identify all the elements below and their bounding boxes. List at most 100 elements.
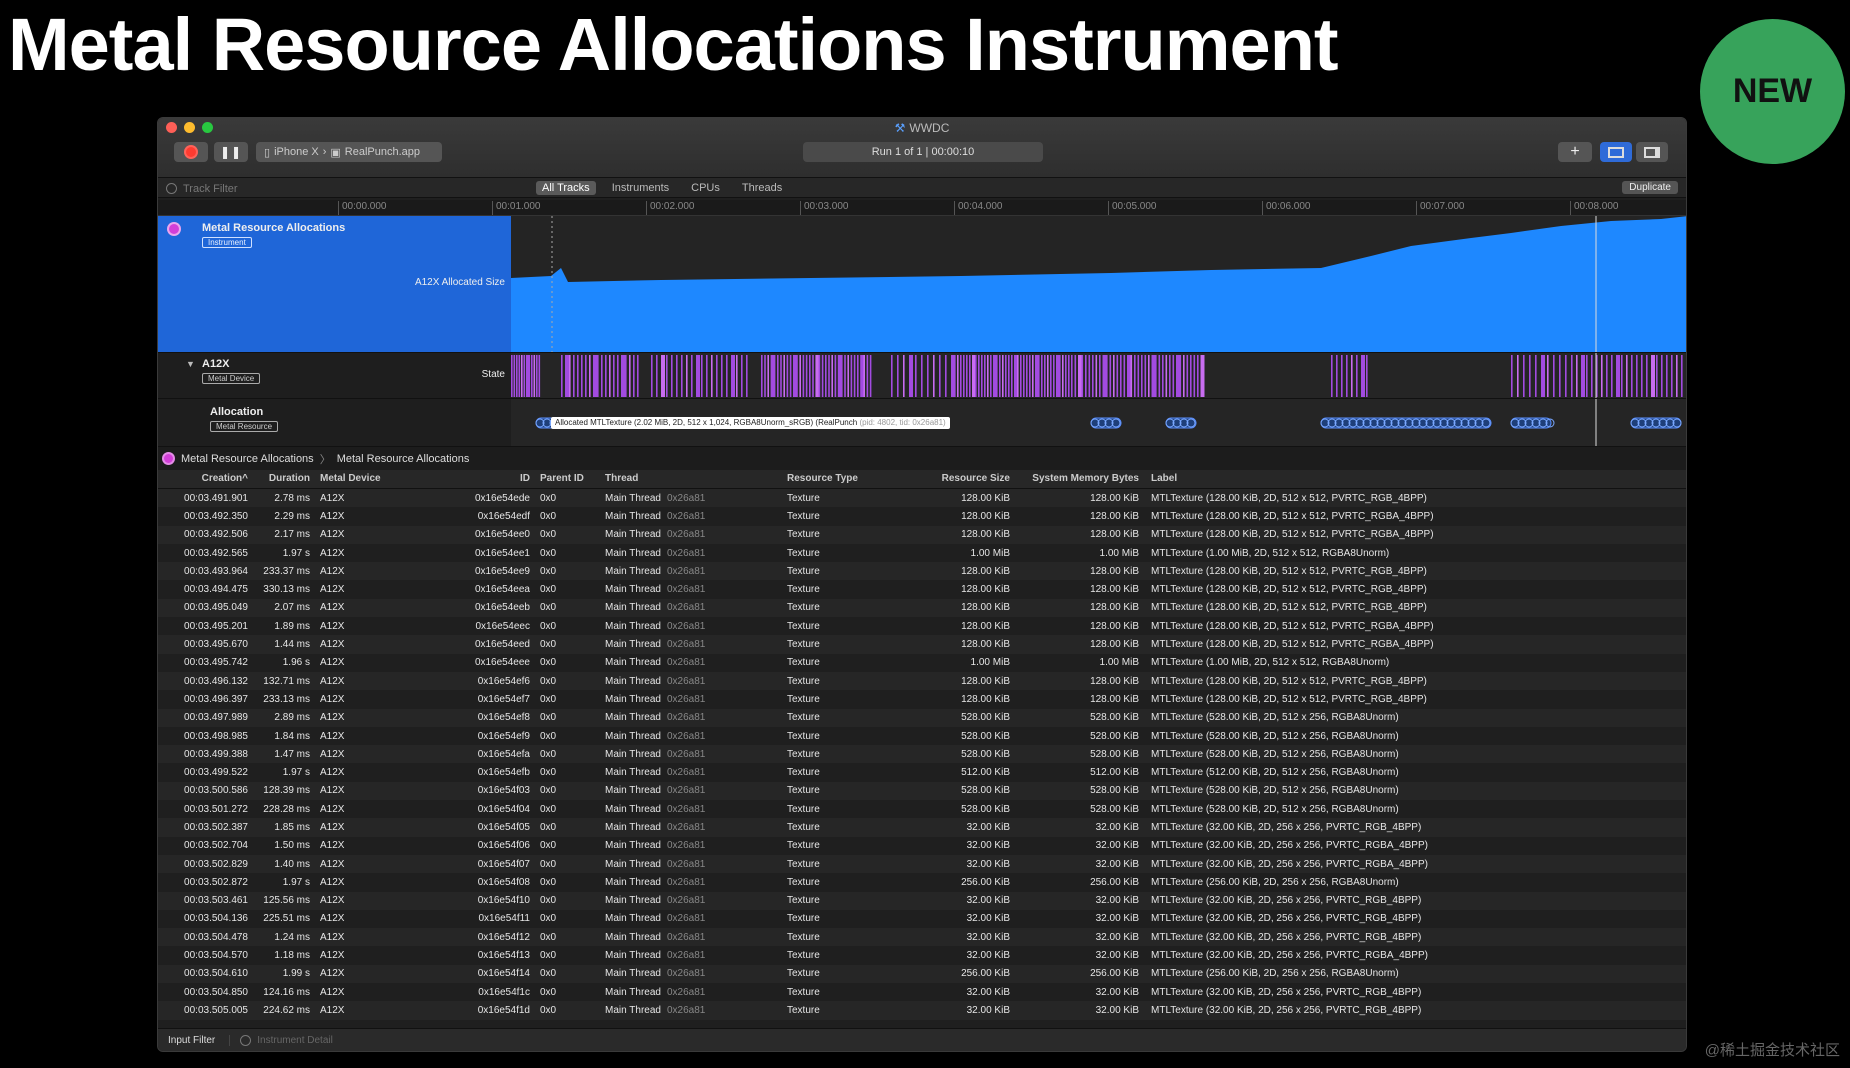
column-header[interactable]: Resource Size <box>904 470 1010 488</box>
state-lane[interactable] <box>511 353 1686 398</box>
column-header[interactable]: Metal Device <box>310 470 450 488</box>
table-row[interactable]: 00:03.505.005 224.62 ms A12X 0x16e54f1d 0x0 M… <box>158 1001 1686 1020</box>
table-row[interactable]: 00:03.497.989 2.89 ms A12X 0x16e54ef8 0x0 Mai… <box>158 708 1686 727</box>
table-row[interactable]: 00:03.502.829 1.40 ms A12X 0x16e54f07 0x0 Mai… <box>158 854 1686 874</box>
table-cell: 0x16e54ef9 <box>477 730 530 742</box>
table-row[interactable]: 00:03.495.049 2.07 ms A12X 0x16e54eeb 0x0 Mai… <box>158 598 1686 618</box>
thread-id: 0x26a81 <box>666 584 706 596</box>
table-body: 00:03.491.901 2.78 ms A12X 0x16e54ede 0x0 Mai… <box>158 489 1686 1020</box>
table-row[interactable]: 00:03.496.397 233.13 ms A12X 0x16e54ef7 0x0 M… <box>158 690 1686 708</box>
table-cell: 32.00 KiB <box>1095 931 1139 943</box>
table-cell: MTLTexture (128.00 KiB, 2D, 512 x 512, P… <box>1151 565 1427 577</box>
state-bar <box>1172 355 1175 397</box>
tab-threads[interactable]: Threads <box>736 181 788 195</box>
table-row[interactable]: 00:03.499.522 1.97 s A12X 0x16e54efb 0x0 Main… <box>158 763 1686 781</box>
state-bar <box>621 355 625 397</box>
table-row[interactable]: 00:03.495.201 1.89 ms A12X 0x16e54eec 0x0 Mai… <box>158 617 1686 635</box>
disclosure-triangle-icon[interactable]: ▼ <box>186 359 195 369</box>
table-row[interactable]: 00:03.501.272 228.28 ms A12X 0x16e54f04 0x0 M… <box>158 800 1686 818</box>
pause-button[interactable]: ❚❚ <box>214 142 248 162</box>
table-row[interactable]: 00:03.500.586 128.39 ms A12X 0x16e54f03 0x0 M… <box>158 781 1686 801</box>
track-metal-resource-allocations[interactable]: Metal Resource Allocations Instrument A1… <box>158 216 1686 353</box>
allocation-lane[interactable]: Allocated MTLTexture (2.02 MiB, 2D, 512 … <box>511 399 1686 446</box>
table-row[interactable]: 00:03.498.985 1.84 ms A12X 0x16e54ef9 0x0 Mai… <box>158 727 1686 745</box>
table-cell: 0x0 <box>540 584 557 596</box>
allocated-size-graph[interactable] <box>511 216 1686 352</box>
breadcrumb-item[interactable]: Metal Resource Allocations <box>337 453 470 465</box>
table-cell: 1.40 ms <box>274 858 310 870</box>
timeline-ruler[interactable]: 00:00.000 00:01.000 00:02.000 00:03.000 00:0… <box>158 200 1686 216</box>
table-cell: 512.00 KiB <box>961 767 1010 779</box>
run-status[interactable]: Run 1 of 1 | 00:00:10 <box>803 142 1043 162</box>
table-cell: 528.00 KiB <box>1090 785 1139 797</box>
table-row[interactable]: 00:03.496.132 132.71 ms A12X 0x16e54ef6 0x0 M… <box>158 671 1686 691</box>
input-filter-button[interactable]: Input Filter <box>168 1035 215 1046</box>
state-bar <box>987 355 989 397</box>
table-cell: 0x0 <box>540 986 557 998</box>
track-allocation[interactable]: Allocation Metal Resource Allocated MTLT… <box>158 399 1686 447</box>
state-bar <box>1517 355 1519 397</box>
table-row[interactable]: 00:03.492.350 2.29 ms A12X 0x16e54edf 0x0 Mai… <box>158 507 1686 525</box>
state-bar <box>1137 355 1140 397</box>
table-cell: 00:03.502.387 <box>184 821 248 833</box>
table-row[interactable]: 00:03.493.964 233.37 ms A12X 0x16e54ee9 0x0 M… <box>158 562 1686 581</box>
state-bar <box>696 355 700 397</box>
sidebar-toggle-button[interactable] <box>1636 142 1668 162</box>
target-selector[interactable]: ▯ iPhone X › ▣ RealPunch.app <box>256 142 442 162</box>
state-bar <box>1144 355 1147 397</box>
thread-id: 0x26a81 <box>666 620 706 632</box>
duplicate-button[interactable]: Duplicate <box>1622 181 1678 194</box>
state-bar <box>736 355 738 397</box>
table-row[interactable]: 00:03.504.570 1.18 ms A12X 0x16e54f13 0x0 Mai… <box>158 946 1686 964</box>
detail-placeholder: Instrument Detail <box>257 1034 333 1046</box>
table-cell: 256.00 KiB <box>961 876 1010 888</box>
state-bar <box>847 355 849 397</box>
table-row[interactable]: 00:03.492.565 1.97 s A12X 0x16e54ee1 0x0 Main… <box>158 544 1686 562</box>
track-a12x[interactable]: ▼ A12X Metal Device State <box>158 353 1686 399</box>
add-instrument-button[interactable]: + <box>1558 142 1592 162</box>
state-bar <box>1169 355 1171 397</box>
thread-id: 0x26a81 <box>666 895 706 907</box>
tab-all-tracks[interactable]: All Tracks <box>536 181 596 195</box>
ruler-tick: 00:02.000 <box>646 201 695 215</box>
table-cell: 256.00 KiB <box>961 968 1010 980</box>
table-row[interactable]: 00:03.503.461 125.56 ms A12X 0x16e54f10 0x0 M… <box>158 891 1686 910</box>
column-header[interactable]: Label <box>1139 470 1686 488</box>
table-cell: MTLTexture (1.00 MiB, 2D, 512 x 512, RGB… <box>1151 657 1390 669</box>
state-bar <box>1535 355 1537 397</box>
table-row[interactable]: 00:03.504.478 1.24 ms A12X 0x16e54f12 0x0 Mai… <box>158 928 1686 947</box>
record-button[interactable] <box>174 142 208 162</box>
tab-instruments[interactable]: Instruments <box>606 181 675 195</box>
table-row[interactable]: 00:03.495.670 1.44 ms A12X 0x16e54eed 0x0 Mai… <box>158 635 1686 654</box>
table-row[interactable]: 00:03.502.387 1.85 ms A12X 0x16e54f05 0x0 Mai… <box>158 818 1686 837</box>
track-filter-input[interactable]: Track Filter <box>166 181 526 196</box>
column-header[interactable]: Resource Type <box>784 470 904 488</box>
instrument-detail-filter[interactable]: Instrument Detail <box>229 1034 333 1046</box>
tab-cpus[interactable]: CPUs <box>685 181 726 195</box>
breadcrumb-item[interactable]: Metal Resource Allocations <box>181 453 314 465</box>
table-cell: 128.39 ms <box>263 785 310 797</box>
table-row[interactable]: 00:03.502.704 1.50 ms A12X 0x16e54f06 0x0 Mai… <box>158 837 1686 855</box>
table-row[interactable]: 00:03.504.850 124.16 ms A12X 0x16e54f1c 0x0 M… <box>158 983 1686 1001</box>
table-row[interactable]: 00:03.495.742 1.96 s A12X 0x16e54eee 0x0 Main… <box>158 654 1686 672</box>
column-header[interactable]: Parent ID <box>530 470 600 488</box>
table-cell: Texture <box>787 602 820 614</box>
layout-toggle-button[interactable] <box>1600 142 1632 162</box>
table-row[interactable]: 00:03.502.872 1.97 s A12X 0x16e54f08 0x0 Main… <box>158 873 1686 891</box>
column-header[interactable]: System Memory Bytes <box>1010 470 1139 488</box>
target-device: iPhone X <box>274 146 319 158</box>
table-cell: MTLTexture (128.00 KiB, 2D, 512 x 512, P… <box>1151 675 1427 687</box>
table-row[interactable]: 00:03.504.610 1.99 s A12X 0x16e54f14 0x0 Main… <box>158 964 1686 984</box>
column-header[interactable]: Thread <box>600 470 784 488</box>
table-row[interactable]: 00:03.492.506 2.17 ms A12X 0x16e54ee0 0x0 Mai… <box>158 525 1686 544</box>
table-cell: A12X <box>320 785 345 797</box>
table-cell: Main Thread 0x26a81 <box>600 548 784 559</box>
table-row[interactable]: 00:03.499.388 1.47 ms A12X 0x16e54efa 0x0 Mai… <box>158 745 1686 764</box>
column-header[interactable]: Creation^ <box>158 470 248 488</box>
table-row[interactable]: 00:03.491.901 2.78 ms A12X 0x16e54ede 0x0 Mai… <box>158 489 1686 508</box>
column-header[interactable]: Duration <box>248 470 310 488</box>
column-header[interactable]: ID <box>450 470 530 488</box>
table-cell: 0x0 <box>540 821 557 833</box>
table-row[interactable]: 00:03.494.475 330.13 ms A12X 0x16e54eea 0x0 M… <box>158 580 1686 598</box>
table-row[interactable]: 00:03.504.136 225.51 ms A12X 0x16e54f11 0x0 M… <box>158 910 1686 928</box>
